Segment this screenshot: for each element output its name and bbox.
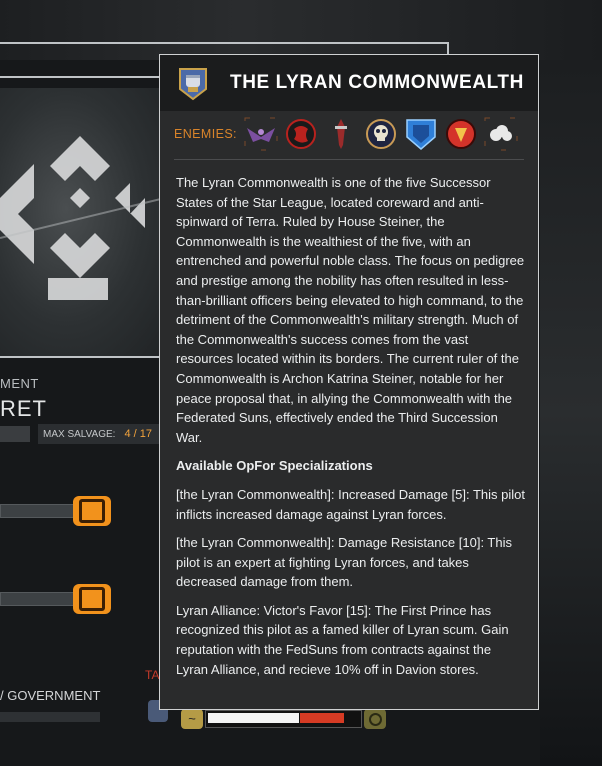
target-label: TA <box>145 668 160 682</box>
blue-shield-faction-icon[interactable] <box>404 117 438 151</box>
cbill-payment-icon[interactable] <box>73 584 111 614</box>
specializations-heading: Available OpFor Specializations <box>176 458 373 474</box>
slider-track-1[interactable] <box>0 504 82 518</box>
specialization-item: [the Lyran Commonwealth]: Increased Dama… <box>176 486 526 522</box>
reputation-bar-negative <box>300 713 344 723</box>
government-bar <box>0 712 100 722</box>
ring-icon <box>364 709 386 729</box>
specialization-item: [the Lyran Commonwealth]: Damage Resista… <box>176 535 512 590</box>
max-salvage-value: 4 / 17 <box>124 428 152 440</box>
section-label: MENT <box>0 376 39 391</box>
max-salvage-label: MAX SALVAGE: <box>43 428 116 440</box>
sword-faction-icon[interactable] <box>324 117 358 151</box>
skull-faction-icon[interactable] <box>364 117 398 151</box>
reputation-bar-fill <box>208 713 299 723</box>
eagle-faction-icon[interactable] <box>244 117 278 151</box>
faction-tooltip: THE LYRAN COMMONWEALTH ENEMIES: The Lyra… <box>159 54 539 710</box>
tooltip-header: THE LYRAN COMMONWEALTH <box>160 55 538 111</box>
faction-description: The Lyran Commonwealth is one of the fiv… <box>176 175 525 445</box>
faction-title: THE LYRAN COMMONWEALTH <box>230 72 524 93</box>
max-salvage-box: MAX SALVAGE: 4 / 17 <box>38 424 160 444</box>
enemies-label: ENEMIES: <box>174 127 237 141</box>
frame-line-image-bottom <box>0 356 160 358</box>
specialization-item: Lyran Alliance: Victor's Favor [15]: The… <box>176 602 509 677</box>
frame-line-second <box>0 76 160 78</box>
lyran-fist-icon <box>179 68 207 101</box>
red-dragon-faction-icon[interactable] <box>284 117 318 151</box>
value-bar <box>0 426 30 442</box>
frame-line-top <box>0 42 449 44</box>
background-top-panel <box>0 0 602 60</box>
reputation-bar <box>205 710 362 728</box>
enemies-row: ENEMIES: <box>172 115 532 153</box>
government-label: / GOVERNMENT <box>0 688 101 703</box>
tooltip-divider <box>174 159 524 160</box>
tooltip-body: The Lyran Commonwealth is one of the fiv… <box>176 173 526 688</box>
section-value: RET <box>0 396 47 421</box>
red-sun-faction-icon[interactable] <box>444 117 478 151</box>
background-right-panel <box>540 60 602 766</box>
slider-track-2[interactable] <box>0 592 82 606</box>
contract-emblem-image <box>0 88 165 356</box>
wave-icon: ~ <box>181 709 203 729</box>
bracket-salvage-icon[interactable] <box>73 496 111 526</box>
white-cloud-faction-icon[interactable] <box>484 117 518 151</box>
